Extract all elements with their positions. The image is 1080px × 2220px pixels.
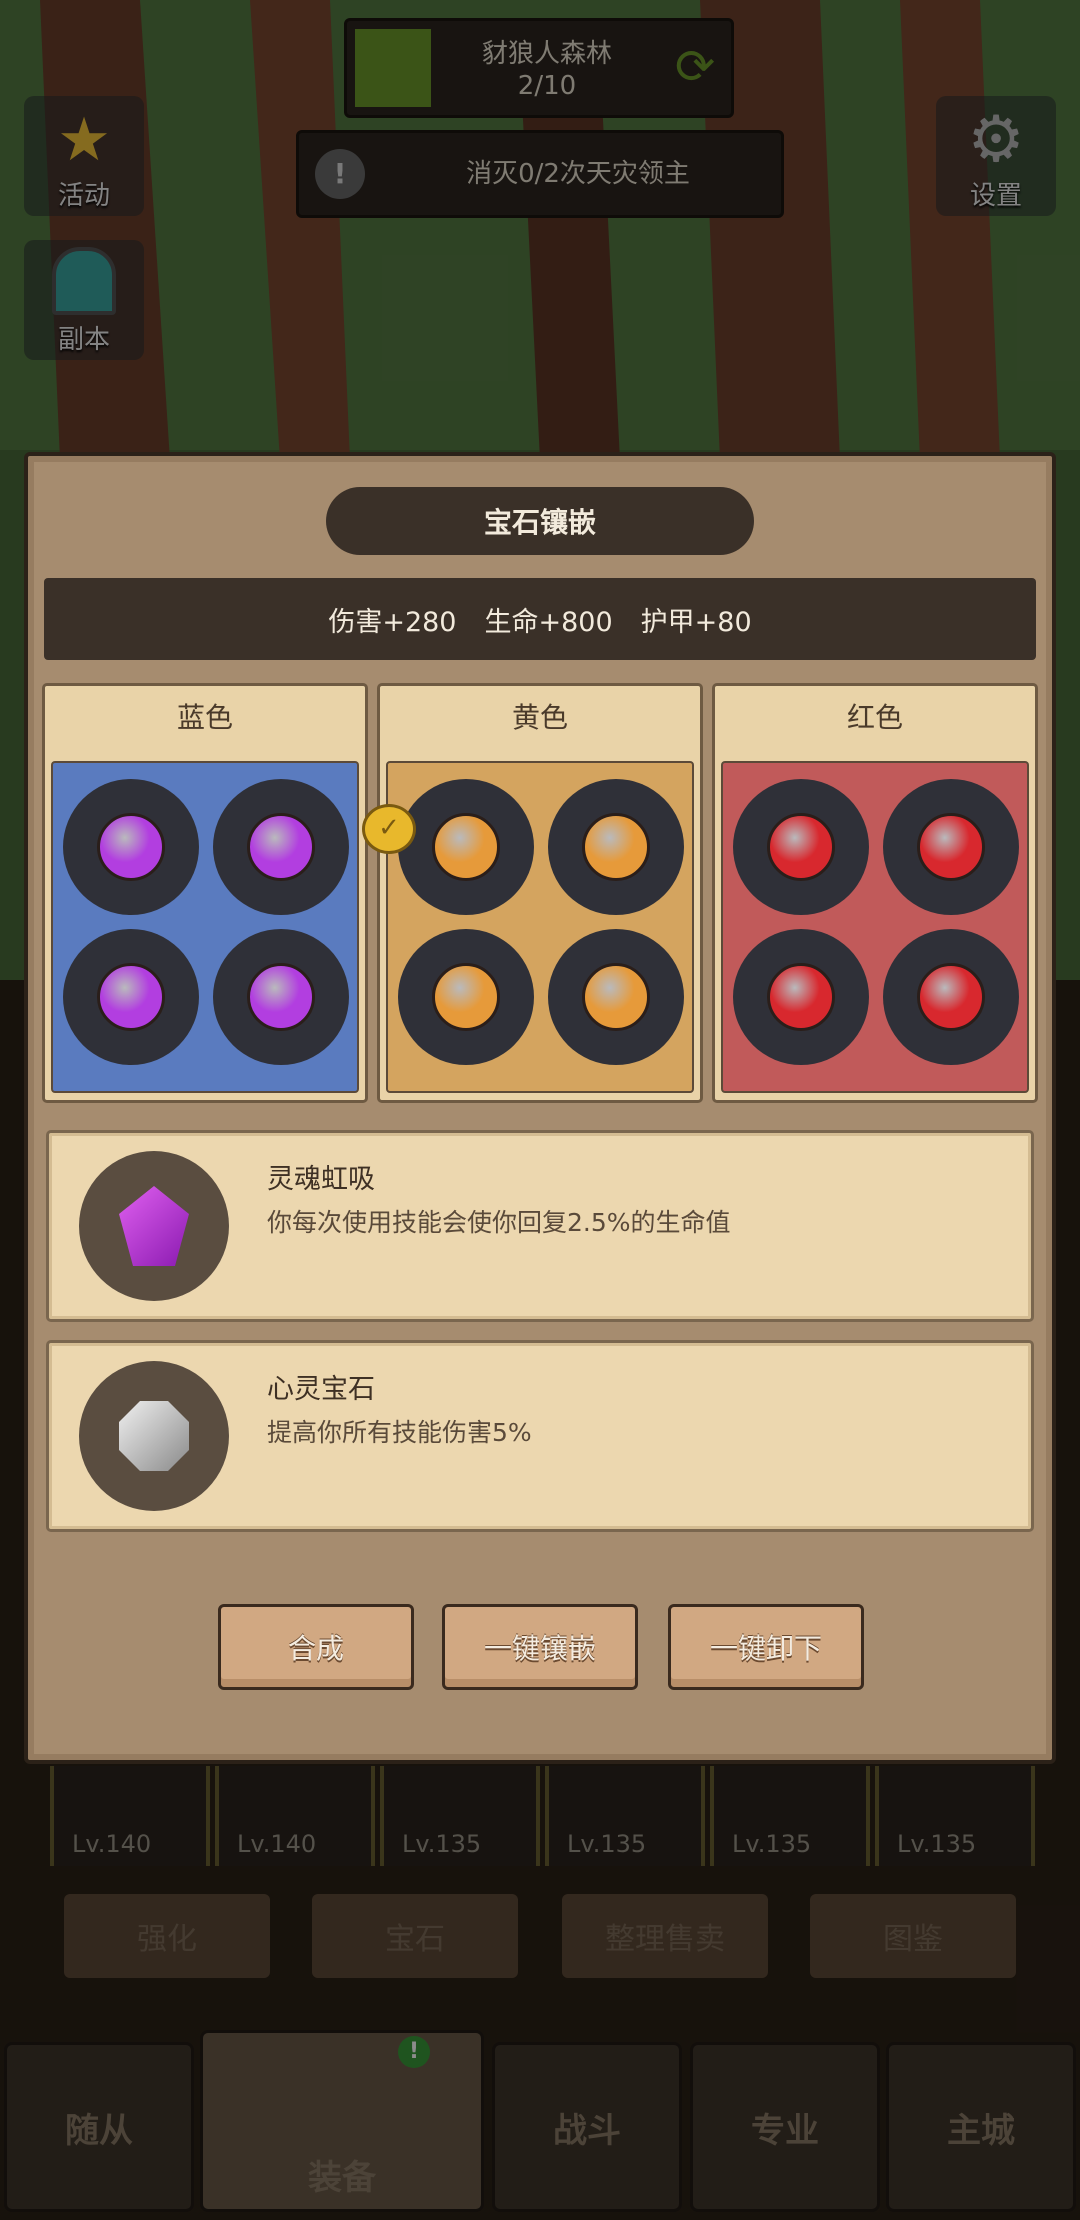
red-gem-icon	[917, 813, 985, 881]
yellow-socket-area	[386, 761, 694, 1093]
skill-card[interactable]: 心灵宝石 提高你所有技能伤害5%	[46, 1340, 1034, 1532]
stats-bar: 伤害+280 生命+800 护甲+80	[44, 578, 1036, 660]
orange-gem-icon	[432, 813, 500, 881]
skill-description: 你每次使用技能会使你回复2.5%的生命值	[267, 1208, 731, 1237]
red-gem-icon	[767, 963, 835, 1031]
column-label-yellow: 黄色	[511, 701, 568, 734]
gold-coin-icon[interactable]: ✓	[362, 804, 416, 854]
remove-all-button[interactable]: 一键卸下	[668, 1604, 864, 1690]
gem-socket[interactable]	[883, 929, 1019, 1065]
column-label-blue: 蓝色	[176, 701, 233, 734]
gem-socket[interactable]	[213, 779, 349, 915]
red-gem-icon	[917, 963, 985, 1031]
skill-icon-frame	[79, 1361, 229, 1511]
stat-armor: 护甲+80	[640, 606, 752, 638]
purple-gem-icon	[97, 813, 165, 881]
gem-socket[interactable]	[398, 779, 534, 915]
red-socket-group: 红色	[712, 683, 1038, 1103]
purple-crystal-icon	[119, 1186, 189, 1266]
red-gem-icon	[767, 813, 835, 881]
red-socket-area	[721, 761, 1029, 1093]
skill-description: 提高你所有技能伤害5%	[267, 1418, 532, 1447]
gem-socket[interactable]	[213, 929, 349, 1065]
silver-gem-icon	[119, 1401, 189, 1471]
combine-button[interactable]: 合成	[218, 1604, 414, 1690]
stat-health: 生命+800	[484, 606, 613, 638]
skill-name: 灵魂虹吸	[267, 1164, 375, 1195]
gem-socket[interactable]	[398, 929, 534, 1065]
stat-damage: 伤害+280	[328, 606, 457, 638]
skill-card[interactable]: 灵魂虹吸 你每次使用技能会使你回复2.5%的生命值	[46, 1130, 1034, 1322]
gem-socket[interactable]	[548, 779, 684, 915]
blue-socket-area	[51, 761, 359, 1093]
orange-gem-icon	[582, 963, 650, 1031]
skill-icon-frame	[79, 1151, 229, 1301]
blue-socket-group: 蓝色	[42, 683, 368, 1103]
orange-gem-icon	[432, 963, 500, 1031]
purple-gem-icon	[97, 963, 165, 1031]
gem-socket[interactable]	[548, 929, 684, 1065]
purple-gem-icon	[247, 813, 315, 881]
gem-socket[interactable]	[733, 779, 869, 915]
panel-title: 宝石镶嵌	[326, 487, 754, 555]
skill-name: 心灵宝石	[267, 1374, 375, 1405]
yellow-socket-group: 黄色	[377, 683, 703, 1103]
column-label-red: 红色	[846, 701, 903, 734]
gem-socket[interactable]	[733, 929, 869, 1065]
inlay-all-button[interactable]: 一键镶嵌	[442, 1604, 638, 1690]
gem-socket[interactable]	[63, 929, 199, 1065]
gem-socket[interactable]	[63, 779, 199, 915]
orange-gem-icon	[582, 813, 650, 881]
purple-gem-icon	[247, 963, 315, 1031]
gem-socket[interactable]	[883, 779, 1019, 915]
